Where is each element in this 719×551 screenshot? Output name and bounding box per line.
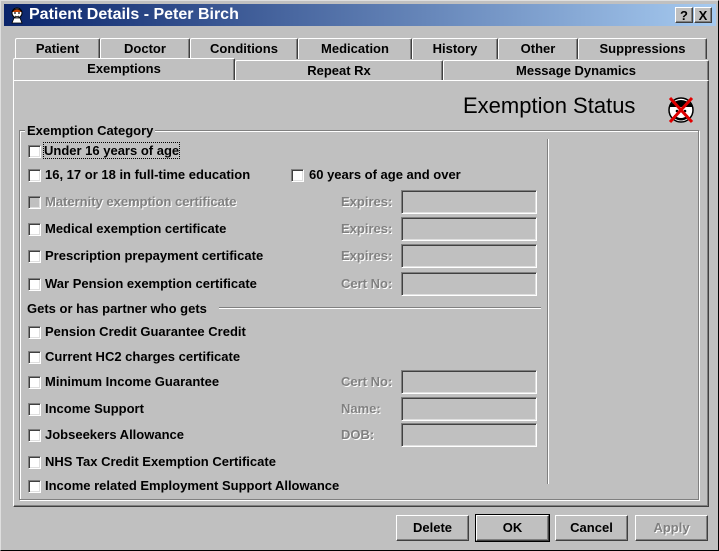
full-time-education-label[interactable]: 16, 17 or 18 in full-time education	[45, 167, 250, 182]
vertical-divider	[547, 139, 549, 484]
partner-section-label: Gets or has partner who gets	[27, 301, 207, 316]
help-button[interactable]: ?	[675, 7, 693, 23]
tab-repeat-rx[interactable]: Repeat Rx	[235, 60, 443, 81]
partner-divider	[219, 307, 541, 309]
maternity-expires-field	[401, 190, 537, 214]
nhs-tax-credit-label[interactable]: NHS Tax Credit Exemption Certificate	[45, 454, 276, 469]
full-time-education-checkbox[interactable]	[28, 169, 41, 182]
tab-medication[interactable]: Medication	[298, 38, 412, 59]
esa-label[interactable]: Income related Employment Support Allowa…	[45, 478, 339, 493]
tab-message-dynamics[interactable]: Message Dynamics	[443, 60, 709, 81]
medical-label[interactable]: Medical exemption certificate	[45, 221, 226, 236]
exemption-status-title: Exemption Status	[463, 93, 636, 118]
under-16-label[interactable]: Under 16 years of age	[42, 142, 181, 159]
tab-suppressions[interactable]: Suppressions	[578, 38, 707, 59]
hc2-label[interactable]: Current HC2 charges certificate	[45, 349, 240, 364]
over-60-checkbox[interactable]	[291, 169, 304, 182]
patient-details-window: Patient Details - Peter Birch ? X Patien…	[0, 0, 719, 551]
medical-checkbox[interactable]	[28, 223, 41, 236]
nhs-tax-credit-checkbox[interactable]	[28, 456, 41, 469]
partner-dob-field	[401, 423, 537, 447]
partner-name-field	[401, 397, 537, 421]
prepayment-checkbox[interactable]	[28, 250, 41, 263]
patient-icon	[11, 7, 23, 24]
income-support-checkbox[interactable]	[28, 403, 41, 416]
war-pension-label[interactable]: War Pension exemption certificate	[45, 276, 257, 291]
prepayment-expires-label: Expires:	[341, 248, 393, 263]
tab-history[interactable]: History	[412, 38, 498, 59]
under-16-checkbox[interactable]	[28, 145, 41, 158]
medical-expires-label: Expires:	[341, 221, 393, 236]
delete-button[interactable]: Delete	[396, 515, 469, 541]
prepayment-expires-field	[401, 244, 537, 268]
exempt-status-icon	[668, 96, 694, 124]
partner-cert-label: Cert No:	[341, 374, 393, 389]
cancel-button[interactable]: Cancel	[555, 515, 628, 541]
apply-button: Apply	[635, 515, 708, 541]
min-income-label[interactable]: Minimum Income Guarantee	[45, 374, 219, 389]
pension-credit-label[interactable]: Pension Credit Guarantee Credit	[45, 324, 246, 339]
tab-exemptions[interactable]: Exemptions	[13, 58, 235, 80]
war-pension-cert-label: Cert No:	[341, 276, 393, 291]
prepayment-label[interactable]: Prescription prepayment certificate	[45, 248, 263, 263]
war-pension-cert-field	[401, 272, 537, 296]
hc2-checkbox[interactable]	[28, 351, 41, 364]
maternity-label: Maternity exemption certificate	[45, 194, 237, 209]
tab-doctor[interactable]: Doctor	[100, 38, 190, 59]
income-support-label[interactable]: Income Support	[45, 401, 144, 416]
maternity-expires-label: Expires:	[341, 194, 393, 209]
ok-button[interactable]: OK	[475, 514, 550, 542]
over-60-label[interactable]: 60 years of age and over	[309, 167, 461, 182]
tab-patient[interactable]: Patient	[15, 38, 100, 59]
tab-other[interactable]: Other	[498, 38, 578, 59]
close-button[interactable]: X	[694, 7, 712, 23]
window-title: Patient Details - Peter Birch	[29, 6, 239, 23]
jobseekers-checkbox[interactable]	[28, 429, 41, 442]
partner-cert-field	[401, 370, 537, 394]
title-bar[interactable]: Patient Details - Peter Birch ? X	[4, 4, 716, 26]
partner-name-label: Name:	[341, 401, 381, 416]
tab-conditions[interactable]: Conditions	[190, 38, 298, 59]
medical-expires-field	[401, 217, 537, 241]
jobseekers-label[interactable]: Jobseekers Allowance	[45, 427, 184, 442]
min-income-checkbox[interactable]	[28, 376, 41, 389]
pension-credit-checkbox[interactable]	[28, 326, 41, 339]
exemption-category-label: Exemption Category	[25, 123, 156, 138]
esa-checkbox[interactable]	[28, 480, 41, 493]
partner-dob-label: DOB:	[341, 427, 375, 442]
maternity-checkbox	[28, 196, 41, 209]
war-pension-checkbox[interactable]	[28, 278, 41, 291]
